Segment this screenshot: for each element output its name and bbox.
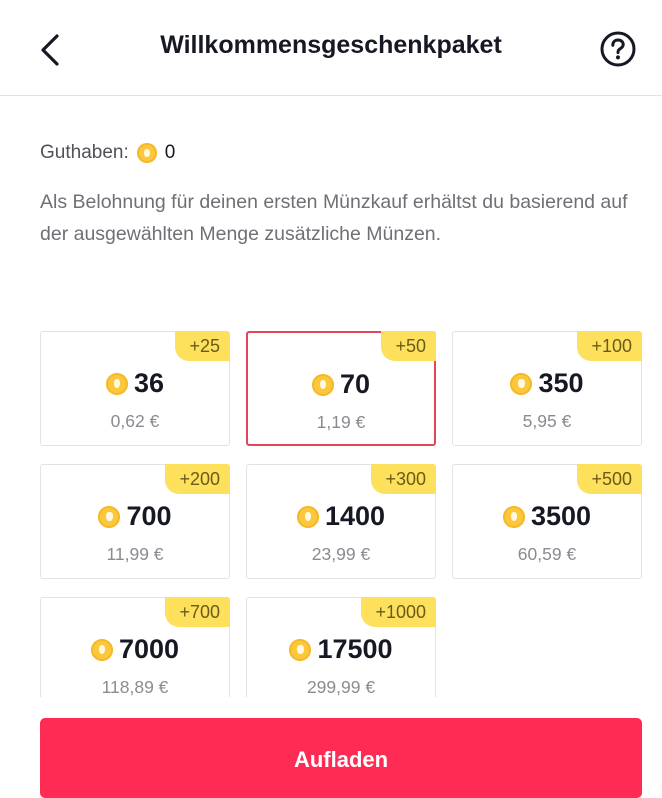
coin-amount-row: 1400 xyxy=(247,501,435,532)
coin-amount: 36 xyxy=(133,368,165,398)
coin-package-card[interactable]: +200 700 11,99 € xyxy=(40,464,230,579)
coin-icon xyxy=(502,505,525,528)
coin-amount-row: 700 xyxy=(41,501,229,532)
balance-label: Guthaben: xyxy=(40,142,129,163)
coin-package-card[interactable]: +100 350 5,95 € xyxy=(452,331,642,446)
page-title: Willkommensgeschenkpaket xyxy=(160,31,502,59)
bonus-badge: +700 xyxy=(165,597,230,627)
coin-package-card[interactable]: +300 1400 23,99 € xyxy=(246,464,436,579)
coin-amount: 17500 xyxy=(317,634,393,664)
bonus-badge: +25 xyxy=(175,331,230,361)
package-price: 1,19 € xyxy=(316,412,366,432)
coin-icon xyxy=(289,638,312,661)
bonus-description: Als Belohnung für deinen ersten Münzkauf… xyxy=(40,191,628,245)
package-price: 0,62 € xyxy=(110,411,160,431)
coin-amount: 700 xyxy=(126,501,172,531)
coin-icon xyxy=(311,373,334,396)
coin-package-grid: +25 36 0,62 € +50 70 1,19 € +100 350 5,9… xyxy=(40,331,644,697)
coin-amount-row: 7000 xyxy=(41,634,229,665)
coin-amount: 1400 xyxy=(324,501,386,531)
package-price: 11,99 € xyxy=(106,544,164,564)
coin-icon xyxy=(510,372,533,395)
coin-package-card[interactable]: +500 3500 60,59 € xyxy=(452,464,642,579)
bonus-badge: +50 xyxy=(381,331,436,361)
coin-icon xyxy=(90,638,113,661)
package-price: 23,99 € xyxy=(311,544,371,564)
coin-amount: 3500 xyxy=(530,501,592,531)
balance-value: 0 xyxy=(164,142,176,163)
package-price: 5,95 € xyxy=(522,411,572,431)
package-price: 299,99 € xyxy=(306,677,376,697)
bonus-badge: +500 xyxy=(577,464,642,494)
coin-amount: 7000 xyxy=(118,634,180,664)
coin-amount-row: 70 xyxy=(248,369,434,400)
question-circle-icon xyxy=(600,31,636,67)
help-button[interactable] xyxy=(598,29,638,69)
coin-amount-row: 350 xyxy=(453,368,641,399)
coin-package-card[interactable]: +1000 17500 299,99 € xyxy=(246,597,436,697)
coin-amount-row: 3500 xyxy=(453,501,641,532)
top-bar: Willkommensgeschenkpaket xyxy=(0,0,662,96)
recharge-button[interactable]: Aufladen xyxy=(40,718,642,798)
coin-amount: 350 xyxy=(538,368,584,398)
package-price: 118,89 € xyxy=(101,677,169,697)
coin-amount-row: 36 xyxy=(41,368,229,399)
package-price: 60,59 € xyxy=(517,544,577,564)
bonus-badge: +1000 xyxy=(361,597,436,627)
bonus-badge: +300 xyxy=(371,464,436,494)
bonus-badge: +100 xyxy=(577,331,642,361)
coin-icon xyxy=(296,505,319,528)
bonus-badge: +200 xyxy=(165,464,230,494)
coin-amount: 70 xyxy=(339,369,371,399)
coin-package-card[interactable]: +700 7000 118,89 € xyxy=(40,597,230,697)
balance-row: Guthaben: 0 xyxy=(40,138,175,168)
coin-amount-row: 17500 xyxy=(247,634,435,665)
coin-icon xyxy=(98,505,121,528)
coin-package-card-selected[interactable]: +50 70 1,19 € xyxy=(246,331,436,446)
coin-icon xyxy=(136,143,157,163)
coin-package-card[interactable]: +25 36 0,62 € xyxy=(40,331,230,446)
coin-icon xyxy=(105,372,128,395)
